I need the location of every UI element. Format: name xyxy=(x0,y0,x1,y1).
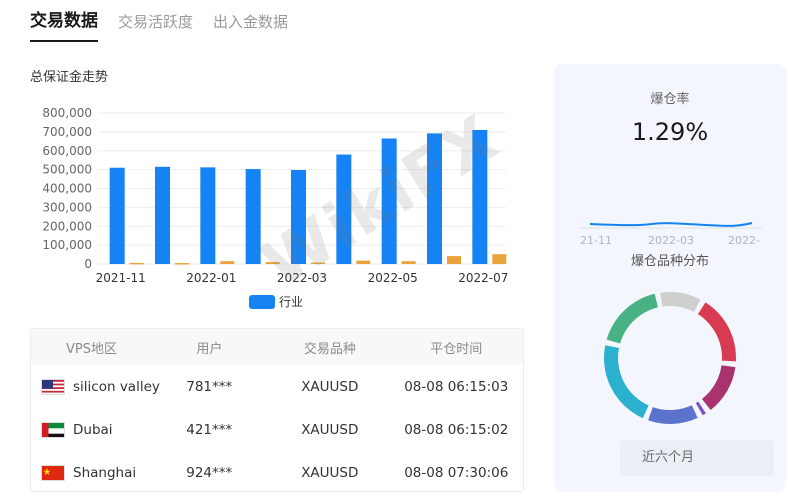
table-row: Shanghai 924*** XAUUSD 08-08 07:30:06 xyxy=(31,451,523,494)
y-tick-label: 600,000 xyxy=(42,144,92,158)
bar-secondary[interactable] xyxy=(265,262,280,264)
bar-secondary[interactable] xyxy=(447,256,461,264)
legend-label: 行业 xyxy=(279,295,304,309)
spark-tick: 2022-03 xyxy=(648,234,694,247)
bar-secondary[interactable] xyxy=(401,261,416,264)
header-close-time: 平仓时间 xyxy=(430,341,483,357)
period-selector[interactable]: 近六个月 xyxy=(620,440,774,476)
symbol: XAUUSD xyxy=(301,378,359,395)
x-tick-label: 2022-05 xyxy=(368,271,418,285)
donut-segment[interactable] xyxy=(701,365,736,411)
liquidation-rate-value: 1.29% xyxy=(631,118,709,146)
close-time: 08-08 07:30:06 xyxy=(404,464,509,481)
bar-industry[interactable] xyxy=(155,166,170,264)
bar-industry[interactable] xyxy=(336,154,352,264)
bar-secondary[interactable] xyxy=(175,263,189,265)
table-header: VPS地区 用户 交易品种 平仓时间 xyxy=(31,329,523,365)
bar-industry[interactable] xyxy=(245,169,261,264)
distribution-label: 爆仓品种分布 xyxy=(630,254,709,269)
y-tick-label: 500,000 xyxy=(42,163,92,177)
donut-segment[interactable] xyxy=(604,345,649,419)
tab-trading-data[interactable]: 交易数据 xyxy=(30,6,98,42)
margin-chart: 0 100,000 200,000 300,000 400,000 500,000 600,… xyxy=(42,106,508,285)
y-tick-label: 100,000 xyxy=(42,238,92,252)
symbol: XAUUSD xyxy=(301,464,359,481)
donut-segment[interactable] xyxy=(697,302,736,362)
y-tick-label: 700,000 xyxy=(42,125,92,139)
liquidation-sparkline: 21-11 2022-03 2022- xyxy=(580,222,762,247)
bar-industry[interactable] xyxy=(381,138,397,264)
user-id: 421*** xyxy=(186,421,233,438)
x-tick-label: 2021-11 xyxy=(96,271,146,285)
donut-segment[interactable] xyxy=(648,405,698,424)
y-tick-label: 800,000 xyxy=(42,106,92,120)
y-tick-label: 0 xyxy=(84,257,92,271)
x-tick-label: 2022-03 xyxy=(277,271,327,285)
spark-tick: 21-11 xyxy=(580,234,612,247)
bar-industry[interactable] xyxy=(291,170,306,264)
donut-segment[interactable] xyxy=(660,292,701,312)
y-tick-label: 200,000 xyxy=(42,219,92,233)
x-tick-label: 2022-01 xyxy=(186,271,236,285)
table-row: Dubai 421*** XAUUSD 08-08 06:15:02 xyxy=(31,408,523,451)
page: 交易数据 交易活跃度 出入金数据 总保证金走势 0 100,000 200,000 3… xyxy=(0,0,788,496)
liquidation-table: VPS地区 用户 交易品种 平仓时间 silicon valley 781***… xyxy=(30,328,524,492)
symbol: XAUUSD xyxy=(301,421,359,438)
y-tick-label: 300,000 xyxy=(42,200,92,214)
close-time: 08-08 06:15:02 xyxy=(404,421,509,438)
close-time: 08-08 06:15:03 xyxy=(404,378,509,395)
liquidation-card: 爆仓率 1.29% 21-11 2022-03 2022- 爆仓品种分布 近六个… xyxy=(554,64,786,492)
chart-legend[interactable]: 行业 xyxy=(249,293,303,310)
region-name: silicon valley xyxy=(73,378,160,395)
uae-flag-icon xyxy=(41,421,65,438)
bar-secondary[interactable] xyxy=(220,261,235,264)
bar-industry[interactable] xyxy=(472,129,488,264)
bar-secondary[interactable] xyxy=(129,262,144,265)
bar-secondary[interactable] xyxy=(492,254,507,264)
x-tick-label: 2022-07 xyxy=(458,271,508,285)
liquidation-rate-label: 爆仓率 xyxy=(650,92,690,107)
us-flag-icon xyxy=(41,378,65,395)
header-symbol: 交易品种 xyxy=(303,341,356,357)
chart-title: 总保证金走势 xyxy=(30,70,109,85)
sparkline-line xyxy=(589,222,753,227)
bar-industry[interactable] xyxy=(200,167,216,264)
donut-segment[interactable] xyxy=(606,293,658,344)
bar-secondary[interactable] xyxy=(356,260,371,264)
tab-bar: 交易数据 交易活跃度 出入金数据 xyxy=(30,6,288,42)
header-region: VPS地区 xyxy=(66,341,117,357)
bar-secondary[interactable] xyxy=(311,262,325,264)
y-tick-label: 400,000 xyxy=(42,182,92,196)
tab-trading-activity[interactable]: 交易活跃度 xyxy=(118,11,193,42)
distribution-donut-chart xyxy=(604,292,736,424)
tab-deposit-withdrawal[interactable]: 出入金数据 xyxy=(213,11,288,42)
spark-tick: 2022- xyxy=(728,234,760,247)
user-id: 924*** xyxy=(186,464,233,481)
region-name: Dubai xyxy=(73,421,113,438)
donut-segment[interactable] xyxy=(695,401,706,416)
legend-swatch xyxy=(249,294,275,309)
header-user: 用户 xyxy=(196,341,223,357)
region-name: Shanghai xyxy=(73,464,137,481)
bar-industry[interactable] xyxy=(427,133,442,264)
table-row: silicon valley 781*** XAUUSD 08-08 06:15… xyxy=(31,365,523,408)
bar-industry[interactable] xyxy=(109,167,125,264)
china-flag-icon xyxy=(41,464,65,481)
user-id: 781*** xyxy=(186,378,233,395)
